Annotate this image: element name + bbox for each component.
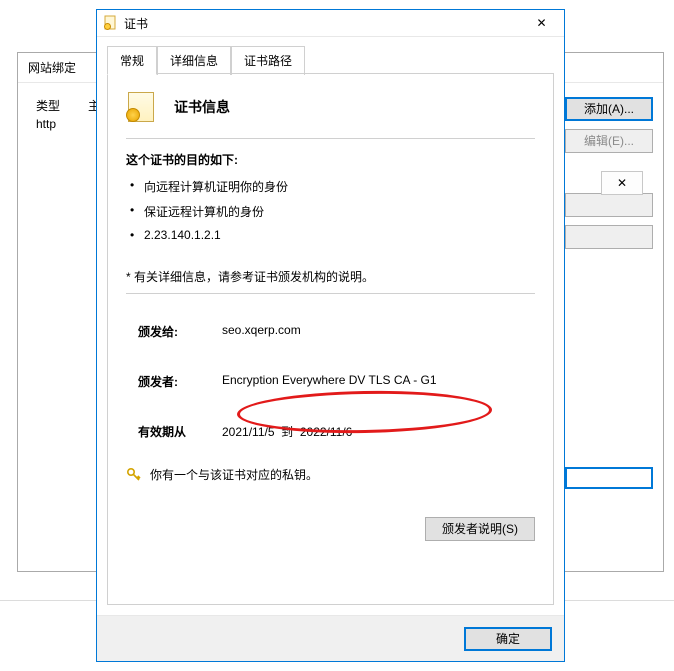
details-note: * 有关详细信息，请参考证书颁发机构的说明。 [126, 268, 535, 285]
tab-path[interactable]: 证书路径 [231, 46, 305, 75]
certificate-title-icon [103, 15, 119, 31]
unknown-button-2[interactable] [565, 225, 653, 249]
validity-value: 2021/11/5 到 2022/11/6 [222, 423, 535, 440]
selection-highlight [565, 467, 653, 489]
certificate-icon [126, 92, 162, 122]
issued-by-row: 颁发者: Encryption Everywhere DV TLS CA - G… [126, 356, 535, 406]
validity-row: 有效期从 2021/11/5 到 2022/11/6 [126, 406, 535, 456]
issued-to-value: seo.xqerp.com [222, 323, 535, 340]
tab-details[interactable]: 详细信息 [157, 46, 231, 75]
purpose-list: 向远程计算机证明你的身份 保证远程计算机的身份 2.23.140.1.2.1 [126, 178, 535, 242]
inner-close-button[interactable]: ✕ [601, 171, 643, 195]
add-button[interactable]: 添加(A)... [565, 97, 653, 121]
private-key-row: 你有一个与该证书对应的私钥。 [126, 466, 535, 483]
tab-general[interactable]: 常规 [107, 46, 157, 75]
key-icon [126, 467, 142, 483]
column-type-header: 类型 [36, 97, 60, 114]
certificate-title-text: 证书 [124, 15, 519, 32]
private-key-text: 你有一个与该证书对应的私钥。 [150, 466, 318, 483]
purpose-item: 2.23.140.1.2.1 [144, 228, 535, 242]
purpose-item: 保证远程计算机的身份 [144, 203, 535, 220]
issuer-statement-button[interactable]: 颁发者说明(S) [425, 517, 535, 541]
certificate-dialog: 证书 ✕ 常规 详细信息 证书路径 证书信息 这个证书的目的如下: 向远程计算机… [96, 9, 565, 662]
binding-type-value[interactable]: http [36, 117, 56, 131]
close-icon: ✕ [617, 176, 627, 190]
unknown-button-1[interactable] [565, 193, 653, 217]
close-button[interactable]: ✕ [519, 10, 564, 37]
ok-button[interactable]: 确定 [464, 627, 552, 651]
certificate-titlebar[interactable]: 证书 ✕ [97, 10, 564, 37]
purpose-item: 向远程计算机证明你的身份 [144, 178, 535, 195]
issued-by-label: 颁发者: [138, 373, 222, 390]
certificate-footer: 确定 [97, 615, 564, 661]
close-icon: ✕ [536, 16, 546, 30]
issued-to-label: 颁发给: [138, 323, 222, 340]
issued-to-row: 颁发给: seo.xqerp.com [126, 306, 535, 356]
validity-label: 有效期从 [138, 423, 222, 440]
edit-button[interactable]: 编辑(E)... [565, 129, 653, 153]
tab-bar: 常规 详细信息 证书路径 [97, 37, 564, 74]
purpose-heading: 这个证书的目的如下: [126, 151, 535, 168]
tab-content-general: 证书信息 这个证书的目的如下: 向远程计算机证明你的身份 保证远程计算机的身份 … [107, 74, 554, 605]
issued-by-value: Encryption Everywhere DV TLS CA - G1 [222, 373, 535, 390]
certificate-info-header: 证书信息 [174, 97, 230, 117]
